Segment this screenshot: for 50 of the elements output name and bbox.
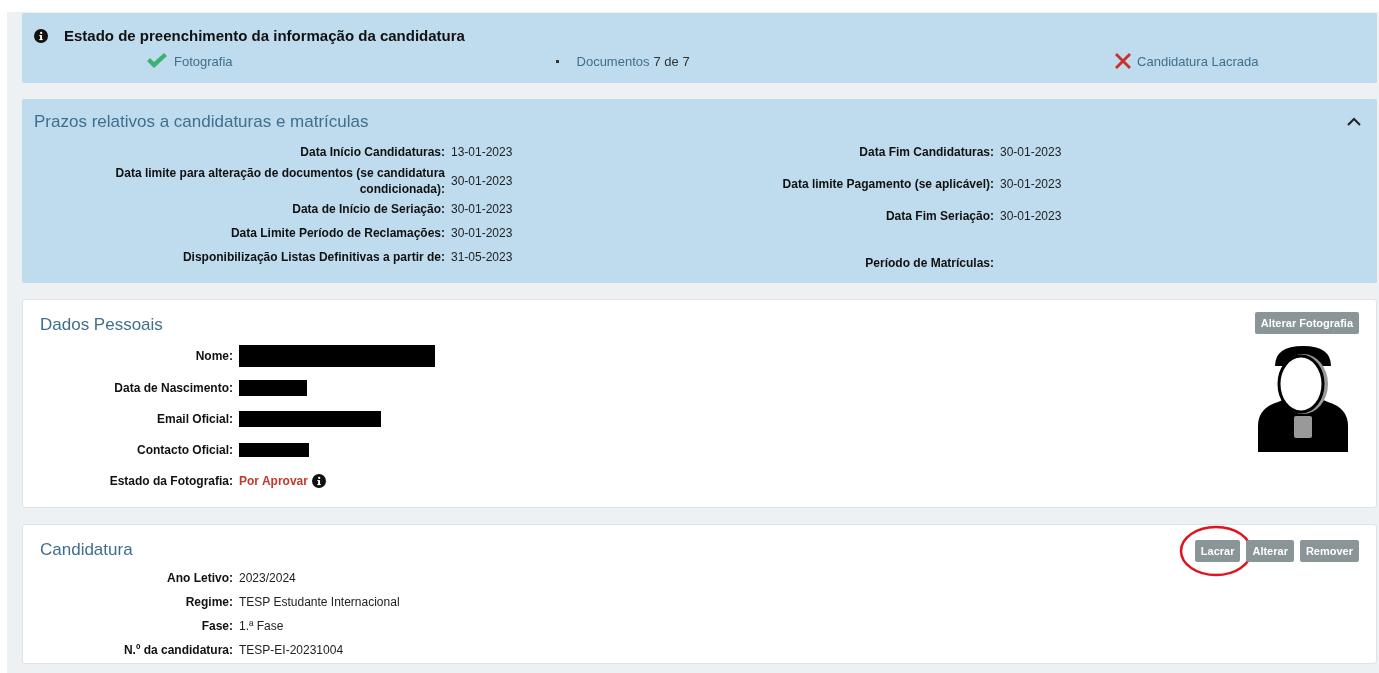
section-title: Candidatura — [40, 539, 133, 561]
field-value: 30-01-2023 — [1000, 176, 1062, 193]
field-label: Ano Letivo: — [166, 569, 233, 587]
field-label: Contacto Oficial: — [136, 441, 233, 459]
field-value: 31-05-2023 — [451, 249, 513, 266]
field-value: 30-01-2023 — [451, 201, 513, 218]
field-label: Email Oficial: — [155, 410, 233, 428]
field-value: 1.ª Fase — [239, 617, 284, 635]
field-value: 30-01-2023 — [1000, 208, 1062, 225]
info-icon — [34, 29, 48, 44]
field-label: N.º da candidatura: — [122, 641, 233, 659]
field-value: 30-01-2023 — [451, 172, 513, 190]
status-count: 7 de 7 — [653, 52, 690, 71]
field-value: 30-01-2023 — [1000, 144, 1062, 161]
section-title: Dados Pessoais — [40, 313, 164, 336]
field-label: Período de Matrículas: — [864, 255, 994, 271]
change-photo-button[interactable]: Alterar Fotografia — [1254, 311, 1359, 334]
bullet-icon — [555, 59, 559, 63]
field-label: Disponibilização Listas Definitivas a partir de: — [181, 249, 445, 265]
field-label: Data de Nascimento: — [113, 379, 233, 397]
field-value: TESP-EI-20231004 — [239, 641, 344, 659]
field-label: Fase: — [200, 617, 233, 635]
info-icon — [311, 473, 326, 488]
field-value: 13-01-2023 — [451, 144, 513, 161]
action-button[interactable]: Alterar — [1246, 539, 1294, 562]
status-link[interactable]: Candidatura Lacrada — [1137, 51, 1259, 71]
action-button[interactable]: Remover — [1299, 539, 1359, 562]
panel-title: Prazos relativos a candidaturas e matrículas — [34, 111, 369, 133]
field-label: Data Fim Seriação: — [884, 208, 994, 224]
field-label: Data Início Candidaturas: — [299, 144, 445, 160]
field-value: TESP Estudante Internacional — [239, 593, 400, 611]
status-link[interactable]: Documentos — [576, 51, 650, 71]
field-label: Data Fim Candidaturas: — [858, 144, 994, 160]
field-label: Data limite para alteração de documentos (se candidatura condicionada): — [114, 164, 445, 197]
checkmark-icon — [146, 53, 168, 70]
field-label: Data de Início de Seriação: — [291, 201, 445, 217]
field-label: Nome: — [194, 348, 233, 365]
field-label: Data limite Pagamento (se aplicável): — [781, 176, 994, 192]
chevron-icon — [1347, 117, 1361, 127]
cross-icon — [1115, 53, 1132, 70]
photo-status: Por Aprovar — [239, 472, 308, 490]
field-label: Data Limite Período de Reclamações: — [229, 225, 445, 241]
field-label: Estado da Fotografia: — [108, 472, 233, 490]
field-label: Regime: — [184, 593, 233, 611]
panel-title: Estado de preenchimento da informação da candidatura — [64, 26, 465, 46]
field-value: 30-01-2023 — [451, 225, 513, 242]
action-button[interactable]: Lacrar — [1194, 539, 1241, 562]
avatar-silhouette-icon — [1258, 346, 1348, 452]
status-link[interactable]: Fotografia — [174, 51, 233, 71]
field-value: 2023/2024 — [239, 569, 296, 587]
